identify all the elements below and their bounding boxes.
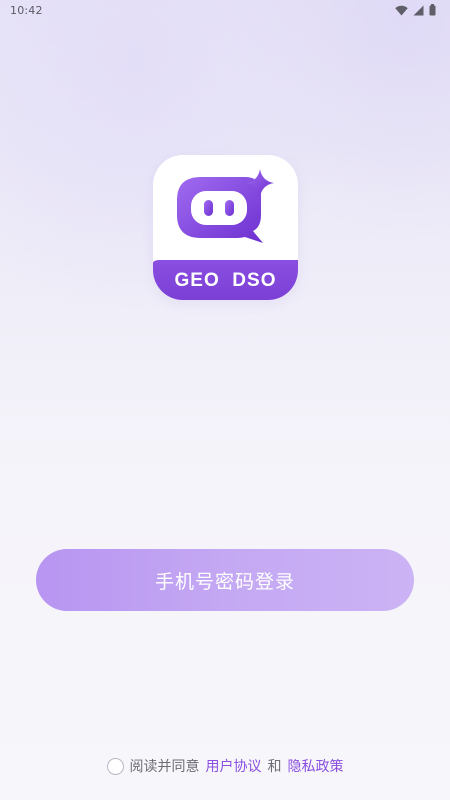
status-bar: 10:42 — [0, 0, 450, 20]
battery-icon — [429, 4, 436, 16]
wifi-icon — [395, 5, 408, 16]
app-logo: GEO DSO — [153, 155, 298, 300]
agreement-row: 阅读并同意 用户协议 和 隐私政策 — [0, 754, 450, 778]
agreement-conjunction: 和 — [267, 759, 282, 775]
status-time: 10:42 — [10, 3, 43, 17]
privacy-policy-link[interactable]: 隐私政策 — [288, 756, 344, 776]
logo-band: GEO DSO — [153, 260, 298, 300]
logo-text: GEO DSO — [174, 270, 277, 291]
user-agreement-link[interactable]: 用户协议 — [206, 756, 262, 776]
robot-chat-logo-icon — [177, 169, 274, 243]
signal-icon — [413, 5, 424, 16]
status-icons — [395, 4, 436, 16]
agreement-checkbox[interactable] — [106, 757, 124, 775]
agreement-prefix: 阅读并同意 — [129, 759, 200, 775]
phone-password-login-button[interactable]: 手机号密码登录 — [36, 549, 414, 611]
